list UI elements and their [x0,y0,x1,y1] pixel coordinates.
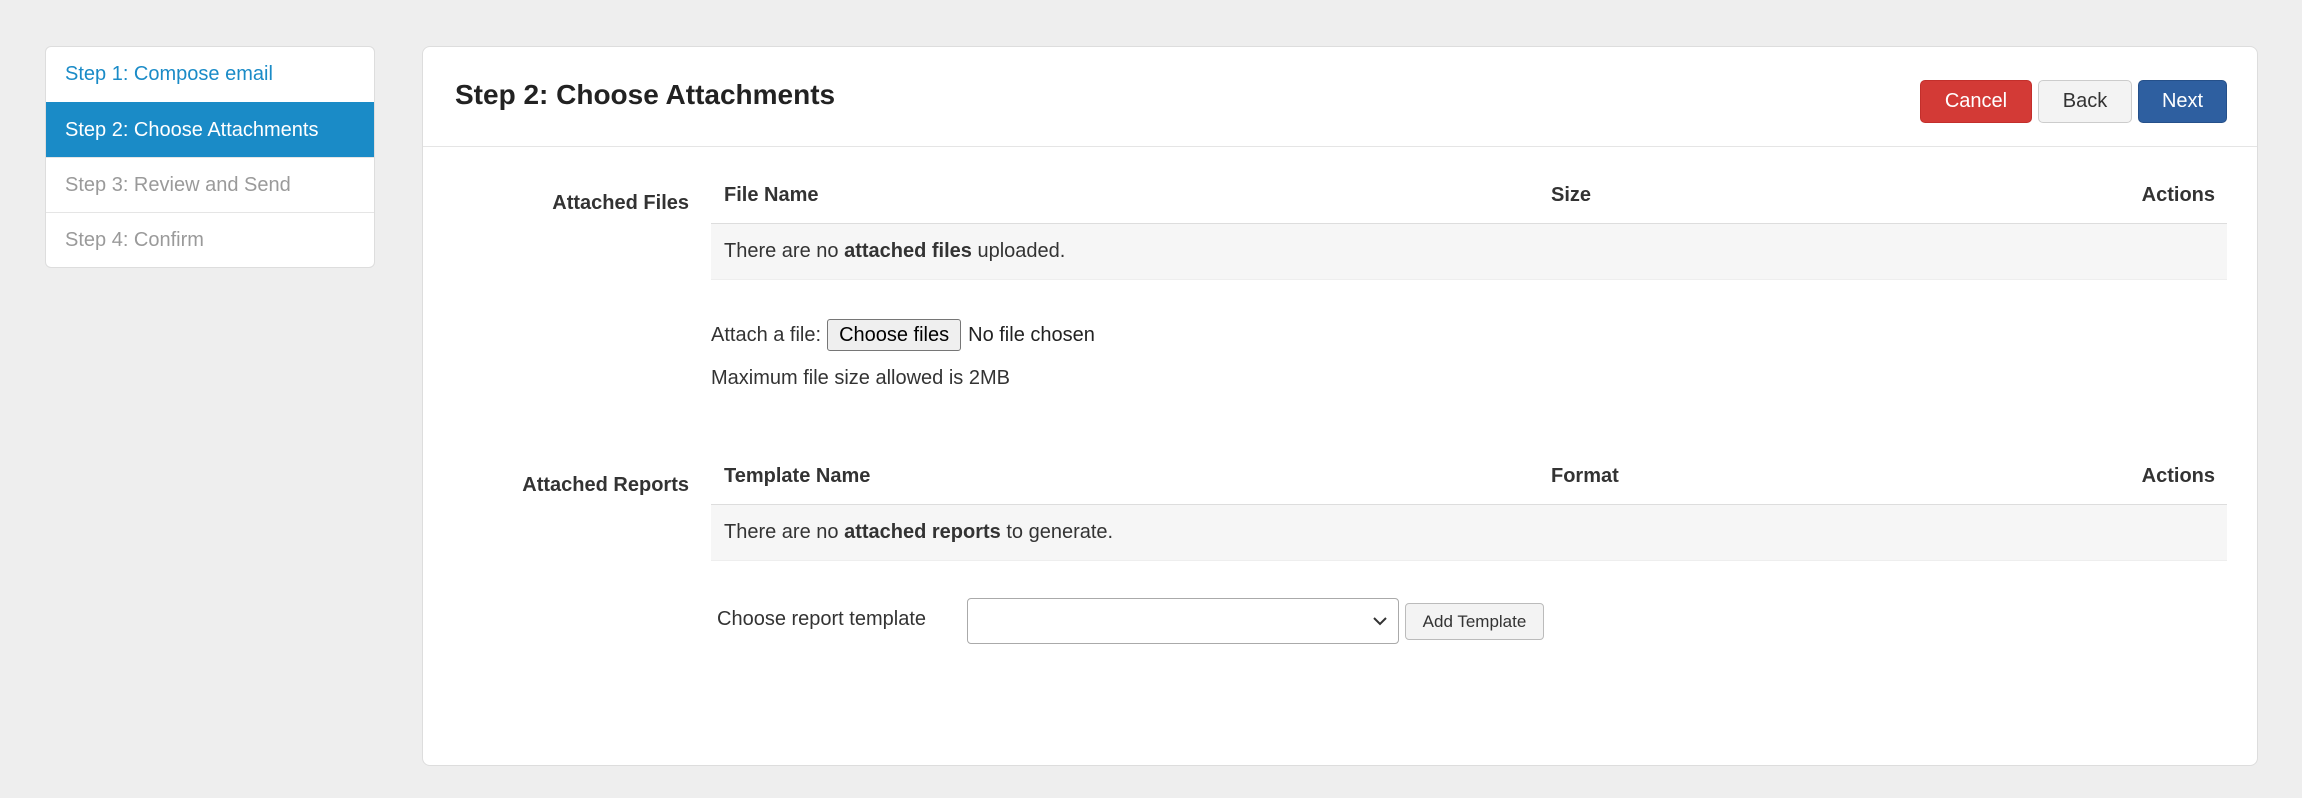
attached-files-label: Attached Files [552,192,689,214]
column-actions: Actions [2141,184,2215,206]
step-confirm: Step 4: Confirm [46,212,374,267]
column-file-name: File Name [724,184,819,206]
add-template-button[interactable]: Add Template [1405,603,1544,640]
choose-report-template-label: Choose report template [717,608,927,630]
report-template-select[interactable] [967,598,1399,644]
back-button[interactable]: Back [2038,80,2132,123]
panel-header: Step 2: Choose Attachments Cancel Back N… [423,47,2257,147]
column-format: Format [1551,465,1619,487]
empty-files-message: There are no attached files uploaded. [724,240,1066,262]
column-actions: Actions [2141,465,2215,487]
chevron-down-icon [1373,617,1387,626]
wizard-steps: Step 1: Compose email Step 2: Choose Att… [45,46,375,268]
column-size: Size [1551,184,1592,206]
no-file-chosen-text: No file chosen [968,323,1095,346]
max-file-size-note: Maximum file size allowed is 2MB [711,367,1010,389]
step-review-and-send: Step 3: Review and Send [46,157,374,212]
empty-files-row: There are no attached files uploaded. [711,224,2227,280]
attach-file-label: Attach a file: [711,323,822,346]
attach-file-row: Attach a file: Choose files No file chos… [711,319,1095,351]
page-title: Step 2: Choose Attachments [455,79,836,110]
attached-files-table: File Name Size Actions There are no atta… [711,168,2227,280]
choose-files-button[interactable]: Choose files [827,319,962,351]
next-button[interactable]: Next [2138,80,2227,123]
empty-reports-message: There are no attached reports to generat… [724,521,1114,543]
table-header: File Name Size Actions [711,168,2227,224]
attachments-panel: Step 2: Choose Attachments Cancel Back N… [422,46,2258,766]
attached-reports-table: Template Name Format Actions There are n… [711,449,2227,561]
column-template-name: Template Name [724,465,871,487]
cancel-button[interactable]: Cancel [1920,80,2032,123]
table-header: Template Name Format Actions [711,449,2227,505]
step-compose-email[interactable]: Step 1: Compose email [46,47,374,102]
empty-reports-row: There are no attached reports to generat… [711,505,2227,561]
step-choose-attachments[interactable]: Step 2: Choose Attachments [46,102,374,157]
attached-reports-label: Attached Reports [522,474,689,496]
